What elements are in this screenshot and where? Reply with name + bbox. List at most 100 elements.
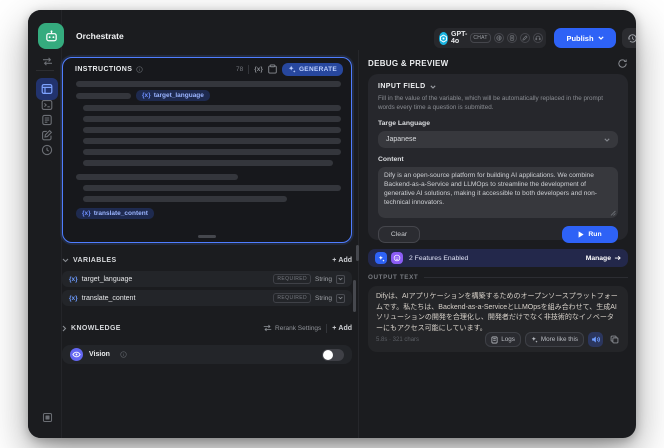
insert-variable-icon[interactable]: {x} xyxy=(254,66,263,73)
chevron-right-icon[interactable] xyxy=(62,325,67,332)
collapse-panel-icon[interactable] xyxy=(38,410,56,424)
instructions-title: INSTRUCTIONS xyxy=(75,65,133,73)
input-field-title: INPUT FIELD xyxy=(378,83,426,90)
add-label: Add xyxy=(338,324,352,332)
chevron-down-icon[interactable] xyxy=(62,258,69,263)
debug-header: DEBUG & PREVIEW xyxy=(368,58,628,69)
history-icon xyxy=(627,33,636,44)
content-textarea[interactable]: Dify is an open-source platform for buil… xyxy=(378,167,618,219)
add-variable-button[interactable]: + Add xyxy=(332,257,352,264)
required-badge: REQUIRED xyxy=(273,293,312,303)
redacted-text-line xyxy=(83,149,341,155)
info-icon xyxy=(120,351,127,358)
features-bar: 2 Features Enabled Manage xyxy=(368,249,628,267)
variable-token: {x} xyxy=(69,275,78,283)
resize-corner-icon[interactable] xyxy=(610,210,616,216)
copy-button[interactable] xyxy=(607,332,622,347)
exchange-icon[interactable] xyxy=(38,54,56,68)
generate-label: GENERATE xyxy=(298,65,337,73)
pen-capability-icon xyxy=(519,33,530,43)
redacted-text-line xyxy=(76,93,131,99)
variable-token: {x} xyxy=(142,92,151,99)
variable-tag-translate-content[interactable]: {x} translate_content xyxy=(76,208,154,219)
output-divider xyxy=(424,277,628,278)
generate-button[interactable]: GENERATE xyxy=(281,62,343,76)
output-text: Difyは、AIアプリケーションを構築するためのオープンソースプラットフォームで… xyxy=(376,293,618,332)
debug-panel: DEBUG & PREVIEW INPUT FIELD Fill in the … xyxy=(368,50,628,438)
redacted-text-line xyxy=(83,185,341,191)
sidebar-item-monitoring[interactable] xyxy=(38,143,56,157)
content-value: Dify is an open-source platform for buil… xyxy=(384,172,597,207)
input-field-description: Fill in the value of the variable, which… xyxy=(378,95,604,111)
panel-divider xyxy=(358,50,359,438)
input-field-card: INPUT FIELD Fill in the value of the var… xyxy=(368,74,628,244)
run-label: Run xyxy=(588,231,602,239)
redacted-text-line xyxy=(83,160,333,166)
robot-icon xyxy=(44,29,59,44)
rerank-icon xyxy=(263,324,272,332)
app-logo[interactable] xyxy=(38,23,64,49)
page-title: Orchestrate xyxy=(76,31,124,41)
sidebar xyxy=(28,10,64,438)
run-button[interactable]: Run xyxy=(562,226,618,244)
panel-resize-handle[interactable] xyxy=(356,245,359,261)
play-icon xyxy=(578,231,584,238)
type-switch-icon[interactable] xyxy=(336,293,345,303)
web-capability-icon xyxy=(493,33,504,43)
chevron-down-icon[interactable] xyxy=(429,84,436,89)
rerank-settings-button[interactable]: Rerank Settings xyxy=(263,324,321,332)
chevron-down-icon xyxy=(604,138,610,142)
target-language-value: Japanese xyxy=(386,136,417,144)
clear-button[interactable]: Clear xyxy=(378,226,420,244)
variable-name: translate_content xyxy=(81,294,136,302)
target-language-select[interactable]: Japanese xyxy=(378,131,618,149)
redacted-text-line xyxy=(83,116,341,122)
variable-row-translate-content[interactable]: {x} translate_content REQUIRED String xyxy=(62,290,352,306)
app-window: Orchestrate GPT-4o CHAT Publish INSTRUCT… xyxy=(28,10,636,438)
logs-icon xyxy=(491,336,498,344)
sidebar-item-terminal[interactable] xyxy=(38,98,56,112)
manage-features-button[interactable]: Manage xyxy=(586,255,621,262)
sidebar-item-annotation[interactable] xyxy=(38,128,56,142)
refresh-icon[interactable] xyxy=(617,58,628,69)
type-switch-icon[interactable] xyxy=(336,274,345,284)
model-selector[interactable]: GPT-4o CHAT xyxy=(434,28,562,48)
redacted-text-line xyxy=(83,105,341,111)
more-like-this-button[interactable]: More like this xyxy=(524,332,584,347)
scrollbar[interactable] xyxy=(353,280,356,312)
vision-eye-icon xyxy=(70,348,83,361)
instructions-editor[interactable]: INSTRUCTIONS 78 {x} GENERATE {x} target_… xyxy=(62,57,352,243)
vision-label: Vision xyxy=(89,351,110,358)
chevron-down-icon xyxy=(597,36,604,40)
feature-sparkle-icon xyxy=(375,252,387,264)
titlebar: Orchestrate GPT-4o CHAT Publish xyxy=(62,10,636,50)
instructions-header: INSTRUCTIONS 78 {x} GENERATE xyxy=(63,58,351,80)
configure-column: INSTRUCTIONS 78 {x} GENERATE {x} target_… xyxy=(62,50,356,438)
copy-prompt-icon[interactable] xyxy=(268,64,277,74)
version-history-button[interactable] xyxy=(622,28,636,48)
target-language-label: Targe Language xyxy=(378,120,430,128)
variable-tag-target-language[interactable]: {x} target_language xyxy=(136,90,210,101)
orchestrate-icon xyxy=(41,83,53,95)
vision-toggle[interactable] xyxy=(322,348,344,361)
publish-button[interactable]: Publish xyxy=(554,28,616,48)
sidebar-item-logs[interactable] xyxy=(38,113,56,127)
speaker-button[interactable] xyxy=(588,332,603,347)
rerank-label: Rerank Settings xyxy=(275,324,322,332)
sidebar-item-orchestrate[interactable] xyxy=(36,78,58,100)
variable-name: target_language xyxy=(153,92,204,99)
logs-button[interactable]: Logs xyxy=(485,332,521,347)
doc-capability-icon xyxy=(506,33,517,43)
variable-name: translate_content xyxy=(93,210,148,217)
model-provider-icon xyxy=(439,31,448,45)
header-divider xyxy=(248,64,250,74)
variable-token: {x} xyxy=(69,294,78,302)
feature-emoji-icon xyxy=(391,252,403,264)
variable-row-target-language[interactable]: {x} target_language REQUIRED String xyxy=(62,271,352,287)
variable-name: target_language xyxy=(81,275,133,283)
add-knowledge-button[interactable]: + Add xyxy=(332,325,352,332)
resize-drag-handle[interactable] xyxy=(198,235,216,238)
redacted-text-line xyxy=(83,127,341,133)
redacted-text-line xyxy=(83,196,287,202)
info-icon xyxy=(136,65,143,73)
